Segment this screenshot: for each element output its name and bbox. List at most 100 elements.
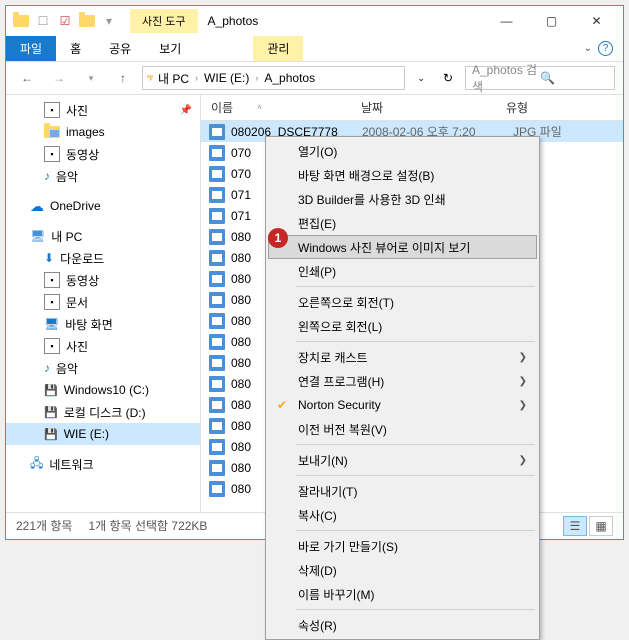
sidebar-item-desktop[interactable]: 🖥바탕 화면	[6, 313, 200, 335]
ctx-open-with[interactable]: 연결 프로그램(H)❯	[268, 369, 537, 393]
address-dropdown-icon[interactable]: ⌄	[411, 73, 431, 84]
sidebar-item-music[interactable]: ♪음악	[6, 357, 200, 379]
search-placeholder: A_photos 검색	[472, 61, 540, 95]
maximize-button[interactable]: ▢	[529, 7, 574, 35]
column-header-type[interactable]: 유형	[496, 99, 623, 116]
minimize-button[interactable]: —	[484, 7, 529, 35]
image-file-icon	[209, 145, 225, 161]
sidebar-item-drive-d[interactable]: 💾로컬 디스크 (D:)	[6, 401, 200, 423]
ctx-rotate-left[interactable]: 왼쪽으로 회전(L)	[268, 314, 537, 338]
close-button[interactable]: ✕	[574, 7, 619, 35]
context-menu: 열기(O) 바탕 화면 배경으로 설정(B) 3D Builder를 사용한 3…	[265, 136, 540, 640]
sidebar-item-network[interactable]: 🖧 네트워크	[6, 453, 200, 475]
image-file-icon	[209, 271, 225, 287]
icons-view-button[interactable]: ▦	[589, 516, 613, 536]
ctx-open[interactable]: 열기(O)	[268, 139, 537, 163]
ctx-delete[interactable]: 삭제(D)	[268, 558, 537, 582]
sidebar-item-onedrive[interactable]: ☁OneDrive	[6, 195, 200, 217]
image-file-icon	[209, 439, 225, 455]
ribbon-tab-file[interactable]: 파일	[6, 36, 56, 61]
ribbon-tab-view[interactable]: 보기	[145, 36, 195, 61]
chevron-right-icon[interactable]: ›	[193, 73, 200, 83]
qat-newfolder-icon[interactable]	[76, 10, 98, 32]
desktop-icon: 🖥	[44, 317, 59, 331]
image-file-icon	[209, 334, 225, 350]
column-header-name[interactable]: 이름˄	[201, 99, 351, 116]
ctx-edit[interactable]: 편집(E)	[268, 211, 537, 235]
sidebar-item-photos[interactable]: ▪사진📌	[6, 99, 200, 121]
ctx-separator	[296, 444, 535, 445]
network-icon: 🖧	[30, 454, 43, 475]
sidebar-item-drive-e[interactable]: 💾WIE (E:)	[6, 423, 200, 445]
ctx-create-shortcut[interactable]: 바로 가기 만들기(S)	[268, 534, 537, 558]
forward-button[interactable]: →	[46, 65, 72, 91]
ctx-restore-previous[interactable]: 이전 버전 복원(V)	[268, 417, 537, 441]
qat-check-icon[interactable]: ☑	[54, 10, 76, 32]
drive-icon: 💾	[44, 384, 58, 397]
image-file-icon	[209, 376, 225, 392]
sidebar-item-documents[interactable]: ▪문서	[6, 291, 200, 313]
sidebar-item-label: 사진	[66, 102, 88, 119]
sidebar-item-label: 다운로드	[60, 250, 104, 267]
ctx-photo-viewer[interactable]: Windows 사진 뷰어로 이미지 보기	[268, 235, 537, 259]
ribbon-collapse-icon[interactable]: ⌄	[584, 43, 592, 54]
sidebar-item-label: 동영상	[66, 146, 99, 163]
breadcrumb[interactable]: › 내 PC › WIE (E:) › A_photos	[142, 66, 405, 90]
navigation-pane: ▪사진📌 images ▪ 동영상 ♪음악 ☁OneDrive 🖥내 PC ⬇다운…	[6, 95, 201, 512]
column-header-date[interactable]: 날짜	[351, 99, 496, 116]
back-button[interactable]: ←	[14, 65, 40, 91]
ctx-print[interactable]: 인쇄(P)	[268, 259, 537, 283]
sidebar-item-music[interactable]: ♪음악	[6, 165, 200, 187]
breadcrumb-segment[interactable]: A_photos	[260, 71, 319, 85]
up-button[interactable]: ↑	[110, 65, 136, 91]
drive-icon: 💾	[44, 406, 58, 419]
image-file-icon	[209, 187, 225, 203]
chevron-right-icon[interactable]: ›	[253, 73, 260, 83]
picture-tools-tab[interactable]: 사진 도구	[130, 9, 198, 33]
pc-icon: 🖥	[30, 229, 45, 243]
sidebar-item-drive-c[interactable]: 💾 Windows10 (C:)	[6, 379, 200, 401]
search-input[interactable]: A_photos 검색 🔍	[465, 66, 615, 90]
qat-props-icon[interactable]: ☐	[32, 10, 54, 32]
sidebar-item-images[interactable]: images	[6, 121, 200, 143]
ctx-copy[interactable]: 복사(C)	[268, 503, 537, 527]
ctx-cut[interactable]: 잘라내기(T)	[268, 479, 537, 503]
refresh-button[interactable]: ↻	[437, 71, 459, 85]
sidebar-item-videos[interactable]: ▪ 동영상	[6, 269, 200, 291]
sidebar-item-downloads[interactable]: ⬇다운로드	[6, 247, 200, 269]
sidebar-item-mypc[interactable]: 🖥내 PC	[6, 225, 200, 247]
image-file-icon	[209, 355, 225, 371]
videos-icon: ▪	[44, 146, 60, 162]
sidebar-item-label: 네트워크	[49, 456, 93, 473]
ctx-set-desktop-bg[interactable]: 바탕 화면 배경으로 설정(B)	[268, 163, 537, 187]
ctx-norton[interactable]: ✔Norton Security❯	[268, 393, 537, 417]
sidebar-item-photos[interactable]: ▪사진	[6, 335, 200, 357]
title-bar: ☐ ☑ ▾ 사진 도구 A_photos — ▢ ✕	[6, 6, 623, 36]
ribbon-tab-share[interactable]: 공유	[95, 36, 145, 61]
details-view-button[interactable]: ☰	[563, 516, 587, 536]
address-bar: ← → ▾ ↑ › 내 PC › WIE (E:) › A_photos ⌄ ↻…	[6, 62, 623, 95]
recent-dropdown-icon[interactable]: ▾	[78, 65, 104, 91]
image-file-icon	[209, 250, 225, 266]
image-file-icon	[209, 124, 225, 140]
breadcrumb-segment[interactable]: WIE (E:)	[200, 71, 253, 85]
ctx-send-to[interactable]: 보내기(N)❯	[268, 448, 537, 472]
ctx-properties[interactable]: 속성(R)	[268, 613, 537, 637]
image-file-icon	[209, 313, 225, 329]
image-file-icon	[209, 397, 225, 413]
ctx-rotate-right[interactable]: 오른쪽으로 회전(T)	[268, 290, 537, 314]
sidebar-item-label: 음악	[56, 168, 78, 185]
ctx-3d-print[interactable]: 3D Builder를 사용한 3D 인쇄	[268, 187, 537, 211]
videos-icon: ▪	[44, 272, 60, 288]
sidebar-item-label: Windows10 (C:)	[64, 383, 149, 397]
qat-dropdown-icon[interactable]: ▾	[98, 10, 120, 32]
ribbon-tab-home[interactable]: 홈	[56, 36, 95, 61]
breadcrumb-segment[interactable]: 내 PC	[154, 70, 193, 87]
sidebar-item-videos[interactable]: ▪ 동영상	[6, 143, 200, 165]
ctx-cast-to-device[interactable]: 장치로 캐스트❯	[268, 345, 537, 369]
ribbon-tab-manage[interactable]: 관리	[253, 36, 303, 61]
sidebar-item-label: 동영상	[66, 272, 99, 289]
help-icon[interactable]: ?	[598, 41, 613, 56]
chevron-right-icon: ❯	[519, 352, 527, 363]
ctx-rename[interactable]: 이름 바꾸기(M)	[268, 582, 537, 606]
